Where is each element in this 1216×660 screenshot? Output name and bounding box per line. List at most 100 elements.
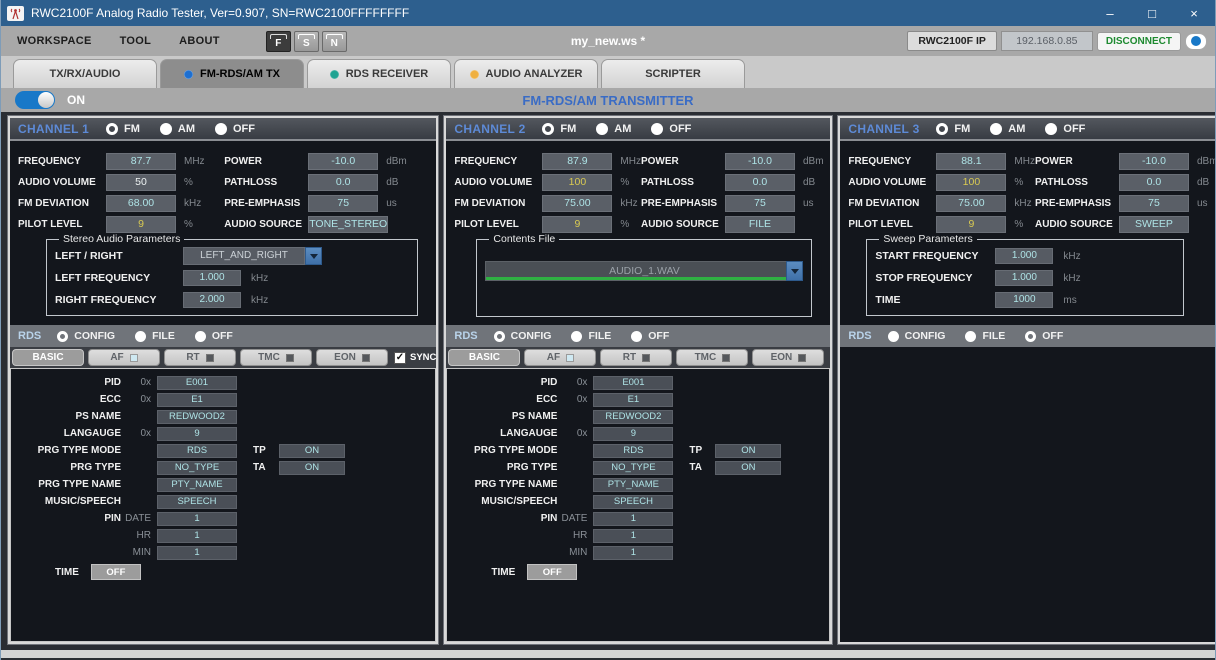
dropdown-arrow-icon[interactable]	[786, 261, 803, 281]
mode-radio[interactable]: OFF	[215, 123, 255, 135]
time-toggle-button[interactable]: OFF	[527, 564, 577, 580]
field-value[interactable]: E001	[593, 376, 673, 390]
mode-radio[interactable]: FM	[106, 123, 140, 135]
field-value[interactable]: REDWOOD2	[593, 410, 673, 424]
menu-item[interactable]: ABOUT	[179, 35, 220, 47]
param-value-field[interactable]: 75.00	[936, 195, 1006, 212]
rds-tab[interactable]: EON	[316, 349, 388, 366]
rds-tab[interactable]: TMC	[240, 349, 312, 366]
view-mode-button[interactable]: S	[294, 31, 319, 52]
rds-mode-radio[interactable]: FILE	[571, 330, 611, 342]
rds-mode-radio[interactable]: FILE	[135, 330, 175, 342]
mode-radio[interactable]: AM	[990, 123, 1025, 135]
field-value[interactable]: NO_TYPE	[593, 461, 673, 475]
param-value-field[interactable]: 75	[308, 195, 378, 212]
param-value-field[interactable]: 75	[725, 195, 795, 212]
field-value[interactable]: RDS	[157, 444, 237, 458]
param-value-field[interactable]: 88.1	[936, 153, 1006, 170]
maximize-button[interactable]: □	[1131, 0, 1173, 26]
rds-mode-radio[interactable]: OFF	[631, 330, 669, 342]
field-value[interactable]: 1	[157, 512, 237, 526]
rds-mode-radio[interactable]: OFF	[195, 330, 233, 342]
menu-item[interactable]: TOOL	[120, 35, 152, 47]
side-field-value[interactable]: ON	[279, 461, 345, 475]
side-field-value[interactable]: ON	[715, 461, 781, 475]
close-button[interactable]: ×	[1173, 0, 1215, 26]
side-field-value[interactable]: ON	[715, 444, 781, 458]
param-value-field[interactable]: 50	[106, 174, 176, 191]
field-value[interactable]: 1	[593, 529, 673, 543]
time-toggle-button[interactable]: OFF	[91, 564, 141, 580]
rds-tab[interactable]: AF	[88, 349, 160, 366]
mode-radio[interactable]: OFF	[651, 123, 691, 135]
field-value[interactable]: 1.000	[183, 270, 241, 286]
rds-tab[interactable]: BASIC	[12, 349, 84, 366]
param-value-field[interactable]: 0.0	[1119, 174, 1189, 191]
field-value[interactable]: E1	[157, 393, 237, 407]
rds-mode-radio[interactable]: FILE	[965, 330, 1005, 342]
param-value-field[interactable]: 75.00	[542, 195, 612, 212]
rds-tab[interactable]: AF	[524, 349, 596, 366]
field-value[interactable]: REDWOOD2	[157, 410, 237, 424]
rds-tab[interactable]: RT	[600, 349, 672, 366]
rds-tab[interactable]: TMC	[676, 349, 748, 366]
rds-mode-radio[interactable]: CONFIG	[494, 330, 552, 342]
sync-checkbox[interactable]: SYNC	[394, 352, 436, 364]
field-value[interactable]: 1	[593, 512, 673, 526]
param-value-field[interactable]: 87.7	[106, 153, 176, 170]
rds-tab[interactable]: RT	[164, 349, 236, 366]
field-value[interactable]: RDS	[593, 444, 673, 458]
minimize-button[interactable]: –	[1089, 0, 1131, 26]
param-value-field[interactable]: 87.9	[542, 153, 612, 170]
main-tab[interactable]: SCRIPTER	[601, 59, 745, 88]
main-tab[interactable]: AUDIO ANALYZER	[454, 59, 598, 88]
field-value[interactable]: SPEECH	[593, 495, 673, 509]
main-tab[interactable]: TX/RX/AUDIO	[13, 59, 157, 88]
field-value[interactable]: 1	[157, 529, 237, 543]
field-value[interactable]: 1.000	[995, 248, 1053, 264]
mode-radio[interactable]: AM	[160, 123, 195, 135]
disconnect-button[interactable]: DISCONNECT	[1097, 32, 1181, 51]
field-value[interactable]: PTY_NAME	[593, 478, 673, 492]
rds-tab[interactable]: EON	[752, 349, 824, 366]
field-value[interactable]: 2.000	[183, 292, 241, 308]
rds-mode-radio[interactable]: CONFIG	[57, 330, 115, 342]
mode-radio[interactable]: FM	[936, 123, 970, 135]
param-value-field[interactable]: 0.0	[725, 174, 795, 191]
audio-file-dropdown[interactable]: AUDIO_1.WAV	[485, 261, 803, 281]
rds-mode-radio[interactable]: OFF	[1025, 330, 1063, 342]
view-mode-button[interactable]: N	[322, 31, 347, 52]
field-value[interactable]: 9	[593, 427, 673, 441]
rds-mode-radio[interactable]: CONFIG	[888, 330, 946, 342]
param-value-field[interactable]: 68.00	[106, 195, 176, 212]
field-value[interactable]: E1	[593, 393, 673, 407]
dropdown-arrow-icon[interactable]	[305, 247, 322, 265]
mode-radio[interactable]: FM	[542, 123, 576, 135]
ip-address-input[interactable]: 192.168.0.85	[1001, 31, 1093, 51]
param-value-field[interactable]: -10.0	[725, 153, 795, 170]
mode-radio[interactable]: OFF	[1045, 123, 1085, 135]
mode-radio[interactable]: AM	[596, 123, 631, 135]
field-value[interactable]: PTY_NAME	[157, 478, 237, 492]
left-right-dropdown[interactable]: LEFT_AND_RIGHT	[183, 247, 322, 265]
param-value-field[interactable]: -10.0	[1119, 153, 1189, 170]
main-tab[interactable]: RDS RECEIVER	[307, 59, 451, 88]
view-mode-button[interactable]: F	[266, 31, 291, 52]
field-value[interactable]: E001	[157, 376, 237, 390]
field-value[interactable]: 9	[157, 427, 237, 441]
field-value[interactable]: SPEECH	[157, 495, 237, 509]
rds-tab[interactable]: BASIC	[448, 349, 520, 366]
transmitter-on-toggle[interactable]	[15, 91, 55, 109]
param-value-field[interactable]: -10.0	[308, 153, 378, 170]
side-field-value[interactable]: ON	[279, 444, 345, 458]
main-tab[interactable]: FM-RDS/AM TX	[160, 59, 304, 88]
param-value-field[interactable]: 100	[936, 174, 1006, 191]
menu-item[interactable]: WORKSPACE	[17, 35, 92, 47]
field-value[interactable]: 1000	[995, 292, 1053, 308]
field-value[interactable]: 1.000	[995, 270, 1053, 286]
param-value-field[interactable]: 0.0	[308, 174, 378, 191]
field-value[interactable]: NO_TYPE	[157, 461, 237, 475]
param-value-field[interactable]: 100	[542, 174, 612, 191]
field-value[interactable]: 1	[593, 546, 673, 560]
field-value[interactable]: 1	[157, 546, 237, 560]
